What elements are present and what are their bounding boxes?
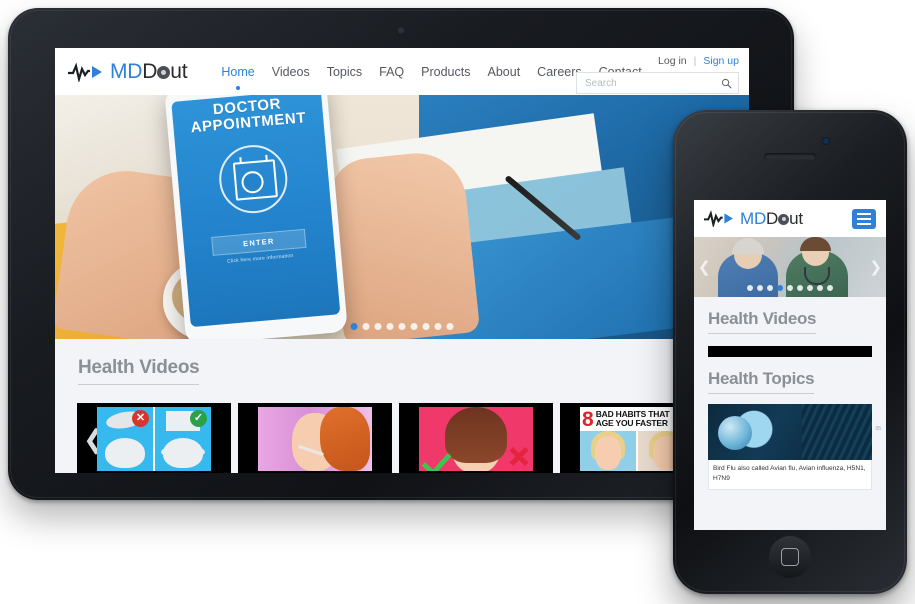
nav-item-careers[interactable]: Careers <box>537 65 581 79</box>
carousel-dot[interactable] <box>787 285 793 291</box>
smartphone-device: MDD ut ❮ ❯ Health Videos Health Topics B… <box>673 110 907 594</box>
carousel-dot[interactable] <box>817 285 823 291</box>
nav-item-topics[interactable]: Topics <box>327 65 362 79</box>
mobile-topic-text: Bird Flu also called Avian flu, Avian in… <box>708 460 872 490</box>
logo-text-d: D <box>142 60 158 83</box>
globe-keyboard-stethoscope-image <box>708 404 872 460</box>
hero-background-image <box>55 95 749 339</box>
search-box[interactable] <box>576 72 739 94</box>
phone-screen: MDD ut ❮ ❯ Health Videos Health Topics B… <box>694 200 886 530</box>
mobile-video-strip[interactable] <box>708 346 872 357</box>
mobile-carousel-dots <box>747 285 833 291</box>
mobile-brand-logo[interactable]: MDD ut <box>704 209 803 229</box>
video-thumbnail-thermometer-woman[interactable] <box>238 403 392 473</box>
earpiece-speaker <box>764 153 816 160</box>
carousel-dot[interactable] <box>362 323 370 330</box>
mobile-health-videos-section: Health Videos <box>694 297 886 334</box>
carousel-dot[interactable] <box>807 285 813 291</box>
mobile-logo-md: MD <box>740 208 767 228</box>
carousel-dot[interactable] <box>446 323 454 330</box>
carousel-dot[interactable] <box>827 285 833 291</box>
carousel-dot[interactable] <box>410 323 418 330</box>
video-thumbnail-skincare-woman[interactable] <box>399 403 553 473</box>
hero-phone-mockup: DOCTOR APPOINTMENT ENTER Click here more… <box>164 95 348 339</box>
gear-o-icon <box>157 66 171 79</box>
hero-enter-subtext: Click here more information <box>226 252 294 265</box>
mobile-logo-ut: ut <box>789 208 803 228</box>
account-separator: | <box>693 54 697 67</box>
nav-item-videos[interactable]: Videos <box>272 65 310 79</box>
carousel-dot[interactable] <box>777 285 783 291</box>
carousel-dot[interactable] <box>797 285 803 291</box>
mobile-header: MDD ut <box>694 200 886 237</box>
mobile-topic-badge: 05 <box>875 426 881 432</box>
mobile-hero-carousel[interactable]: ❮ ❯ <box>694 237 886 297</box>
carousel-dot[interactable] <box>747 285 753 291</box>
video-thumbnail-toilet-lid[interactable]: ❮ ✕ ✓ <box>77 403 231 473</box>
hero-carousel[interactable]: DOCTOR APPOINTMENT ENTER Click here more… <box>55 95 749 339</box>
logo-text-ut: ut <box>170 60 188 83</box>
bad-habits-number: 8 <box>582 407 594 431</box>
front-camera-icon <box>822 137 830 145</box>
front-camera-icon <box>396 26 406 35</box>
site-header: MDD ut Home Videos Topics FAQ Products Ab… <box>55 48 749 95</box>
health-videos-section: Health Videos ❮ ✕ ✓ 8 BAD HABITS THAT AG… <box>55 339 749 473</box>
signup-link[interactable]: Sign up <box>703 55 739 67</box>
brand-logo[interactable]: MDD ut <box>68 60 188 83</box>
carousel-dot[interactable] <box>374 323 382 330</box>
mobile-section-title-health-topics: Health Topics <box>708 369 815 394</box>
gear-o-icon <box>778 213 790 225</box>
hero-carousel-dots <box>350 323 454 330</box>
ekg-wave-play-icon <box>704 210 733 227</box>
devices-showcase: MDD ut Home Videos Topics FAQ Products Ab… <box>0 0 915 604</box>
account-links: Log in | Sign up <box>576 52 739 69</box>
video-thumbnail-carousel: ❮ ✕ ✓ 8 BAD HABITS THAT AGE YOU FASTER <box>77 403 749 473</box>
carousel-dot[interactable] <box>398 323 406 330</box>
hero-phone-screen: DOCTOR APPOINTMENT ENTER Click here more… <box>171 95 341 328</box>
ekg-wave-play-icon <box>68 61 102 82</box>
bad-habits-line2: AGE YOU FASTER <box>595 418 668 428</box>
tablet-screen: MDD ut Home Videos Topics FAQ Products Ab… <box>55 48 749 473</box>
logo-text-md: MD <box>110 60 143 83</box>
hero-enter-button[interactable]: ENTER <box>211 228 307 256</box>
mobile-topic-card[interactable]: Bird Flu also called Avian flu, Avian in… <box>708 404 881 490</box>
search-input[interactable] <box>583 76 721 90</box>
nav-item-faq[interactable]: FAQ <box>379 65 404 79</box>
calendar-stethoscope-icon <box>216 141 291 216</box>
mobile-health-topics-section: Health Topics <box>694 357 886 394</box>
carousel-dot[interactable] <box>386 323 394 330</box>
check-badge-icon: ✓ <box>190 410 207 427</box>
cross-badge-icon: ✕ <box>132 410 149 427</box>
login-link[interactable]: Log in <box>658 55 687 67</box>
cross-mark-icon <box>508 445 528 465</box>
magnifier-icon[interactable] <box>721 78 732 89</box>
hamburger-menu-icon[interactable] <box>852 208 876 229</box>
carousel-dot[interactable] <box>767 285 773 291</box>
nav-item-about[interactable]: About <box>488 65 521 79</box>
mobile-logo-d: D <box>766 208 779 228</box>
carousel-dot[interactable] <box>757 285 763 291</box>
chevron-left-icon[interactable]: ❮ <box>698 258 711 276</box>
nav-item-home[interactable]: Home <box>221 65 254 79</box>
home-button[interactable] <box>769 536 811 578</box>
section-title-health-videos: Health Videos <box>78 357 200 385</box>
carousel-dot[interactable] <box>350 323 358 330</box>
carousel-dot[interactable] <box>422 323 430 330</box>
chevron-right-icon[interactable]: ❯ <box>869 258 882 276</box>
header-actions: Log in | Sign up <box>576 52 739 94</box>
nav-item-products[interactable]: Products <box>421 65 470 79</box>
mobile-section-title-health-videos: Health Videos <box>708 309 817 334</box>
carousel-dot[interactable] <box>434 323 442 330</box>
